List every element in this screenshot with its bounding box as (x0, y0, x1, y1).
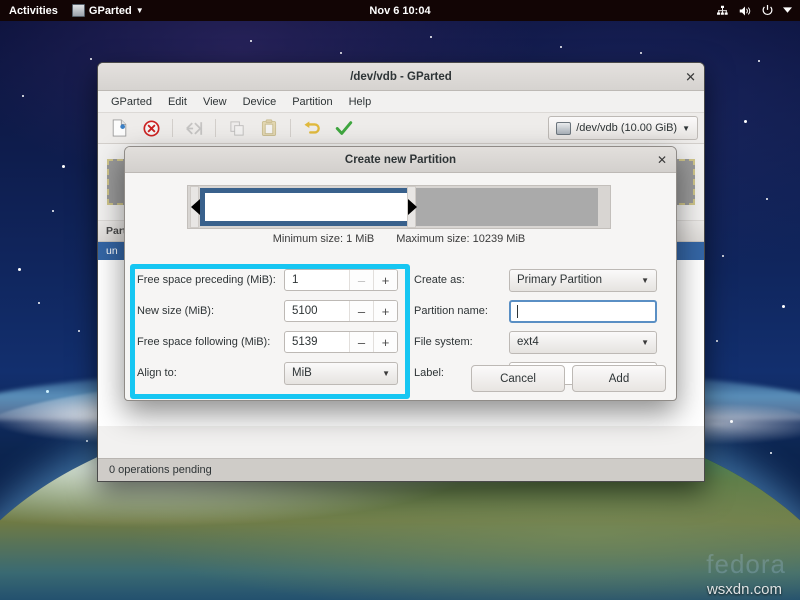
right-arrow-icon (408, 199, 417, 215)
menu-edit[interactable]: Edit (161, 94, 194, 110)
new-size-stepper[interactable]: 5100 – + (284, 300, 398, 322)
cancel-button[interactable]: Cancel (471, 365, 565, 392)
partition-size-preview[interactable] (187, 185, 611, 229)
create-as-label: Create as: (414, 274, 465, 286)
status-bar: 0 operations pending (98, 458, 704, 481)
menu-partition[interactable]: Partition (285, 94, 339, 110)
plus-icon[interactable]: + (373, 301, 397, 321)
partition-name-label: Partition name: (414, 305, 488, 317)
chevron-down-icon (783, 7, 792, 14)
chevron-down-icon: ▼ (682, 123, 690, 133)
free-space-preceding-value[interactable]: 1 (285, 270, 349, 290)
chevron-down-icon: ▼ (641, 337, 649, 347)
dialog-button-row: Cancel Add (471, 365, 666, 392)
dialog-titlebar: Create new Partition ✕ (125, 147, 676, 173)
free-space-following-stepper[interactable]: 5139 – + (284, 331, 398, 353)
app-menu-button[interactable]: GParted ▼ (71, 4, 144, 17)
preview-new-partition (200, 188, 413, 226)
align-to-value: MiB (292, 367, 312, 379)
minimum-size-label: Minimum size: 1 MiB (272, 233, 375, 245)
gparted-window-title: /dev/vdb - GParted (350, 70, 452, 83)
field-free-space-preceding: Free space preceding (MiB): 1 – + (137, 269, 404, 291)
field-new-size: New size (MiB): 5100 – + (137, 300, 404, 322)
network-wired-icon (716, 5, 729, 17)
site-watermark: wsxdn.com (706, 581, 782, 598)
undo-icon[interactable] (297, 116, 327, 140)
file-system-dropdown[interactable]: ext4 ▼ (509, 330, 657, 354)
gparted-menubar: GParted Edit View Device Partition Help (98, 91, 704, 113)
chevron-down-icon: ▼ (135, 5, 144, 15)
harddisk-icon (556, 121, 572, 135)
create-as-value: Primary Partition (517, 274, 602, 286)
align-to-dropdown[interactable]: MiB ▼ (284, 361, 398, 385)
create-new-partition-dialog: Create new Partition ✕ Minimum size: 1 M… (124, 146, 677, 401)
minus-icon[interactable]: – (349, 332, 373, 352)
free-space-following-label: Free space following (MiB): (137, 336, 271, 348)
new-size-value[interactable]: 5100 (285, 301, 349, 321)
new-partition-icon[interactable] (104, 116, 134, 140)
toolbar-separator (172, 119, 173, 137)
apply-icon[interactable] (329, 116, 359, 140)
clock-button[interactable]: Nov 6 10:04 (369, 5, 430, 17)
maximum-size-label: Maximum size: 10239 MiB (396, 233, 526, 245)
plus-icon[interactable]: + (373, 332, 397, 352)
close-icon[interactable]: ✕ (685, 70, 696, 83)
partition-name-input[interactable] (509, 299, 657, 323)
activities-button[interactable]: Activities (9, 5, 58, 17)
gparted-toolbar: /dev/vdb (10.00 GiB) ▼ (98, 113, 704, 144)
menu-gparted[interactable]: GParted (104, 94, 159, 110)
file-system-value: ext4 (517, 336, 539, 348)
volume-icon (738, 5, 752, 17)
add-button[interactable]: Add (572, 365, 666, 392)
free-space-following-value[interactable]: 5139 (285, 332, 349, 352)
menu-view[interactable]: View (196, 94, 234, 110)
text-cursor (517, 304, 518, 318)
chevron-down-icon: ▼ (382, 368, 390, 378)
top-bar-left: Activities GParted ▼ (0, 4, 144, 17)
app-menu-label: GParted (88, 4, 132, 17)
device-selector-label: /dev/vdb (10.00 GiB) (576, 122, 678, 134)
top-bar-status-area[interactable] (716, 4, 800, 17)
toolbar-separator (215, 119, 216, 137)
field-create-as: Create as: Primary Partition ▼ (414, 268, 676, 292)
gnome-top-bar: Activities GParted ▼ Nov 6 10:04 (0, 0, 800, 21)
form-column-left: Free space preceding (MiB): 1 – + New si… (125, 269, 404, 385)
dialog-title: Create new Partition (344, 153, 457, 166)
resize-move-icon (179, 116, 209, 140)
file-system-label: File system: (414, 336, 473, 348)
free-space-preceding-stepper[interactable]: 1 – + (284, 269, 398, 291)
close-icon[interactable]: ✕ (657, 154, 667, 166)
power-icon (761, 4, 774, 17)
size-range-labels: Minimum size: 1 MiB Maximum size: 10239 … (187, 233, 611, 245)
new-size-label: New size (MiB): (137, 305, 215, 317)
gparted-titlebar: /dev/vdb - GParted ✕ (98, 63, 704, 91)
paste-icon (254, 116, 284, 140)
device-selector[interactable]: /dev/vdb (10.00 GiB) ▼ (548, 116, 698, 140)
minus-icon[interactable]: – (349, 301, 373, 321)
copy-icon (222, 116, 252, 140)
delete-partition-icon[interactable] (136, 116, 166, 140)
partition-row-label: un (106, 245, 118, 257)
field-align-to: Align to: MiB ▼ (137, 361, 404, 385)
chevron-down-icon: ▼ (641, 275, 649, 285)
field-free-space-following: Free space following (MiB): 5139 – + (137, 331, 404, 353)
dialog-body: Minimum size: 1 MiB Maximum size: 10239 … (125, 173, 676, 400)
field-partition-name: Partition name: (414, 299, 676, 323)
align-to-label: Align to: (137, 367, 177, 379)
preview-unallocated-space (416, 188, 598, 226)
field-file-system: File system: ext4 ▼ (414, 330, 676, 354)
free-space-preceding-label: Free space preceding (MiB): (137, 274, 276, 286)
status-bar-text: 0 operations pending (109, 464, 212, 476)
menu-help[interactable]: Help (342, 94, 379, 110)
create-as-dropdown[interactable]: Primary Partition ▼ (509, 268, 657, 292)
left-arrow-icon (191, 199, 200, 215)
plus-icon[interactable]: + (373, 270, 397, 290)
fedora-watermark: fedora (706, 549, 786, 579)
toolbar-separator (290, 119, 291, 137)
gparted-app-icon (71, 4, 85, 17)
minus-icon[interactable]: – (349, 270, 373, 290)
menu-device[interactable]: Device (236, 94, 284, 110)
